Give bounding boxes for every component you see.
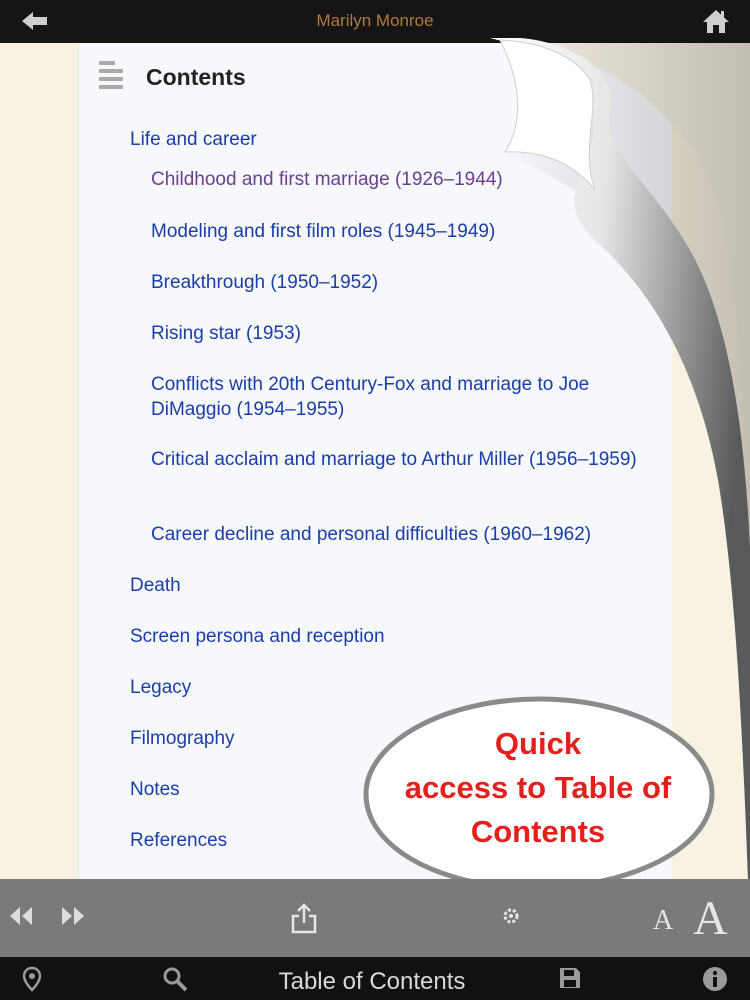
toc-item-conflicts[interactable]: Conflicts with 20th Century-Fox and marr… — [151, 372, 651, 422]
home-icon[interactable] — [702, 8, 730, 34]
previous-page-icon[interactable] — [8, 904, 34, 935]
gear-icon[interactable] — [500, 905, 522, 933]
callout-line-1: Quick — [494, 726, 582, 761]
toc-item-death[interactable]: Death — [130, 573, 650, 598]
chevron-down-icon[interactable] — [631, 65, 653, 81]
toc-item-life-and-career[interactable]: Life and career — [130, 127, 650, 152]
toc-header[interactable]: Contents — [79, 43, 673, 111]
callout-text: Quick access to Table of Contents — [370, 722, 706, 854]
info-icon[interactable] — [702, 966, 728, 997]
increase-font-button[interactable]: A — [693, 891, 728, 946]
top-bar: Marilyn Monroe — [0, 0, 750, 43]
reader-toolbar: A A — [0, 879, 750, 957]
toc-item-career-decline[interactable]: Career decline and personal difficulties… — [151, 522, 651, 547]
toc-item-breakthrough[interactable]: Breakthrough (1950–1952) — [151, 270, 651, 295]
next-page-icon[interactable] — [60, 904, 86, 935]
bottom-title: Table of Contents — [278, 968, 466, 995]
share-icon[interactable] — [290, 903, 318, 935]
callout-line-3: Contents — [470, 814, 606, 849]
toc-item-rising-star[interactable]: Rising star (1953) — [151, 321, 651, 346]
page-title: Marilyn Monroe — [316, 11, 434, 30]
save-icon[interactable] — [558, 966, 582, 995]
decrease-font-button[interactable]: A — [653, 905, 673, 937]
bottom-bar: Table of Contents — [0, 957, 750, 1000]
toc-title: Contents — [146, 64, 246, 90]
callout-line-2: access to Table of — [404, 770, 672, 805]
toc-menu-icon[interactable] — [99, 61, 127, 89]
toc-item-screen-persona[interactable]: Screen persona and reception — [130, 624, 650, 649]
toc-item-modeling[interactable]: Modeling and first film roles (1945–1949… — [151, 219, 651, 244]
toc-item-childhood[interactable]: Childhood and first marriage (1926–1944) — [151, 167, 651, 192]
toc-item-critical-acclaim[interactable]: Critical acclaim and marriage to Arthur … — [151, 447, 651, 472]
